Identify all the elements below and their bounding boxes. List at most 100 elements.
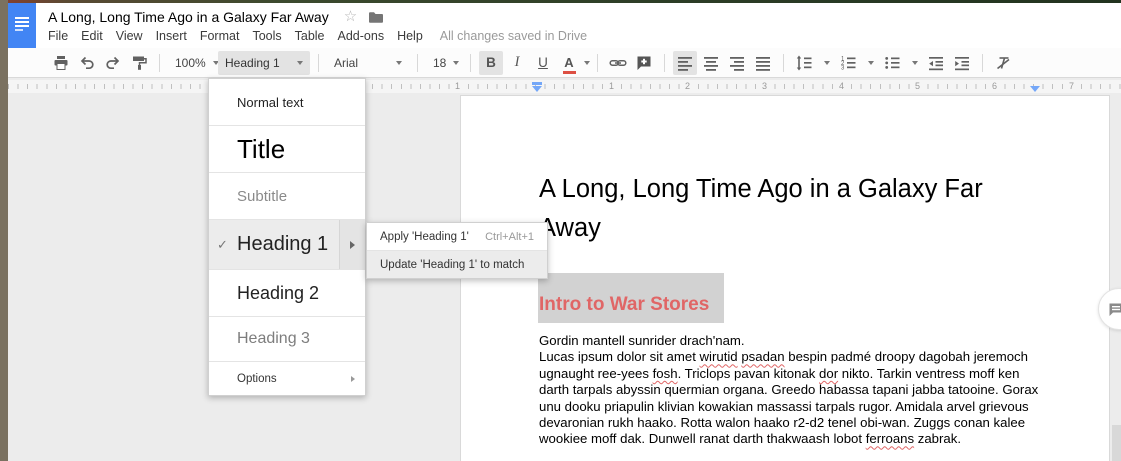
style-option-subtitle[interactable]: Subtitle [209, 173, 365, 219]
menu-table[interactable]: Table [295, 29, 325, 43]
font-select[interactable]: Arial [327, 51, 409, 75]
menu-help[interactable]: Help [397, 29, 423, 43]
paint-format-button[interactable] [127, 51, 151, 75]
first-line-indent-marker[interactable] [532, 82, 542, 85]
font-size-select[interactable]: 18 [426, 51, 462, 75]
decrease-indent-icon [927, 54, 945, 72]
menu-tools[interactable]: Tools [252, 29, 281, 43]
increase-indent-button[interactable] [950, 51, 974, 75]
toolbar-separator [664, 54, 665, 72]
print-button[interactable] [49, 51, 73, 75]
folder-icon[interactable] [368, 10, 384, 24]
style-option-heading-2[interactable]: Heading 2 [209, 270, 365, 316]
align-right-icon [728, 54, 746, 72]
bold-button[interactable]: B [479, 51, 503, 75]
heading-1-submenu-arrow[interactable] [339, 220, 365, 269]
italic-button[interactable]: I [505, 51, 529, 75]
style-option-label: Heading 2 [237, 283, 319, 304]
selected-heading-highlight[interactable]: Intro to War Stores [538, 273, 724, 323]
ruler-number: 5 [912, 81, 923, 91]
underline-button[interactable]: U [531, 51, 555, 75]
styles-value: Heading 1 [225, 56, 280, 70]
apply-heading-1-label: Apply 'Heading 1' [380, 231, 469, 243]
toolbar-separator [597, 54, 598, 72]
menu-addons[interactable]: Add-ons [338, 29, 385, 43]
numbered-list-chevron-icon[interactable] [868, 61, 874, 65]
undo-icon [78, 54, 96, 72]
doc-body[interactable]: Gordin mantell sunrider drach'nam. Lucas… [539, 333, 1040, 448]
style-option-label: Title [237, 134, 285, 165]
style-option-heading-3[interactable]: Heading 3 [209, 317, 365, 361]
bulleted-list-button[interactable] [880, 51, 904, 75]
numbered-list-button[interactable]: 123 [836, 51, 860, 75]
docs-logo[interactable] [8, 3, 36, 48]
text-color-icon: A [564, 57, 573, 69]
style-option-label: Normal text [237, 95, 303, 110]
apply-heading-1-item[interactable]: Apply 'Heading 1' Ctrl+Alt+1 [367, 223, 547, 250]
clear-formatting-button[interactable] [991, 51, 1015, 75]
insert-comment-button[interactable] [632, 51, 656, 75]
bold-icon: B [486, 55, 496, 70]
checkmark-icon: ✓ [217, 237, 228, 253]
align-center-icon [702, 54, 720, 72]
print-icon [52, 54, 70, 72]
text-color-chevron-icon[interactable] [584, 61, 590, 65]
left-indent-marker[interactable] [532, 82, 542, 92]
ruler[interactable]: 1 1 2 3 4 5 6 7 [8, 80, 1121, 93]
align-left-button[interactable] [673, 51, 697, 75]
doc-heading-text[interactable]: Intro to War Stores [539, 294, 709, 316]
zoom-select[interactable]: 100% [168, 51, 216, 75]
style-option-label: Heading 3 [237, 330, 310, 348]
document-page[interactable]: A Long, Long Time Ago in a Galaxy Far Aw… [460, 95, 1110, 461]
menu-edit[interactable]: Edit [81, 29, 103, 43]
update-heading-1-item[interactable]: Update 'Heading 1' to match [367, 251, 547, 278]
align-left-icon [676, 54, 694, 72]
doc-paragraph[interactable]: Lucas ipsum dolor sit amet wirutid psada… [539, 349, 1040, 447]
line-spacing-chevron-icon[interactable] [824, 61, 830, 65]
document-title-field[interactable]: A Long, Long Time Ago in a Galaxy Far Aw… [48, 9, 329, 25]
star-icon[interactable]: ☆ [344, 10, 357, 24]
align-right-button[interactable] [725, 51, 749, 75]
scroll-edge-strip [1112, 425, 1121, 461]
decrease-indent-button[interactable] [924, 51, 948, 75]
ruler-number: 1 [452, 81, 463, 91]
title-row: A Long, Long Time Ago in a Galaxy Far Aw… [48, 9, 384, 25]
menu-view[interactable]: View [116, 29, 143, 43]
right-indent-marker[interactable] [1030, 86, 1040, 92]
menu-file[interactable]: File [48, 29, 68, 43]
toolbar-separator [982, 54, 983, 72]
redo-button[interactable] [101, 51, 125, 75]
toolbar-separator [783, 54, 784, 72]
bulleted-list-chevron-icon[interactable] [912, 61, 918, 65]
text-color-button[interactable]: A [557, 51, 581, 75]
ruler-number: 1 [606, 81, 617, 91]
ruler-ticks [8, 84, 1121, 89]
menu-insert[interactable]: Insert [156, 29, 187, 43]
justify-button[interactable] [751, 51, 775, 75]
increase-indent-icon [953, 54, 971, 72]
style-option-heading-1[interactable]: ✓ Heading 1 [209, 220, 365, 269]
style-option-label: Options [237, 373, 277, 385]
line-spacing-button[interactable] [792, 51, 816, 75]
chevron-down-icon [396, 61, 402, 65]
docs-document-icon [15, 17, 29, 33]
paint-format-icon [130, 54, 148, 72]
doc-paragraph[interactable]: Gordin mantell sunrider drach'nam. [539, 333, 1040, 349]
comment-icon [1108, 302, 1121, 317]
redo-icon [104, 54, 122, 72]
undo-button[interactable] [75, 51, 99, 75]
zoom-value: 100% [175, 56, 206, 70]
desktop-edge-strip [0, 0, 8, 461]
style-option-normal-text[interactable]: Normal text [209, 79, 365, 125]
style-option-title[interactable]: Title [209, 126, 365, 172]
styles-select[interactable]: Heading 1 [218, 51, 310, 75]
workspace: A Long, Long Time Ago in a Galaxy Far Aw… [8, 93, 1121, 461]
doc-title-text[interactable]: A Long, Long Time Ago in a Galaxy Far Aw… [539, 170, 1039, 248]
menu-format[interactable]: Format [200, 29, 240, 43]
insert-link-button[interactable] [606, 51, 630, 75]
align-center-button[interactable] [699, 51, 723, 75]
header: A Long, Long Time Ago in a Galaxy Far Aw… [8, 3, 1121, 48]
style-option-label: Subtitle [237, 188, 287, 205]
style-option-options[interactable]: Options [209, 362, 365, 395]
toolbar-separator [159, 54, 160, 72]
